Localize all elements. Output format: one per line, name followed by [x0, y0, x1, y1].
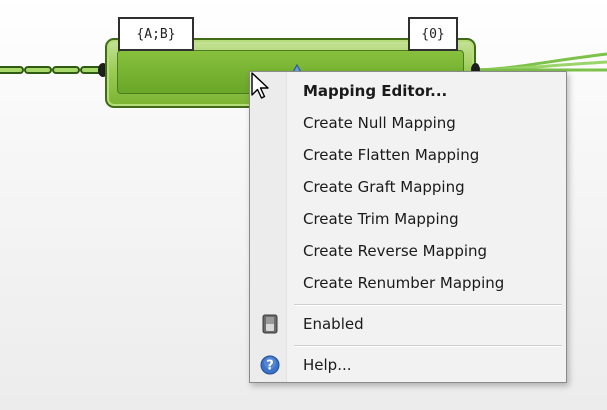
menu-item-label: Create Renumber Mapping [303, 274, 505, 292]
menu-item-label: Create Trim Mapping [303, 210, 459, 228]
menu-item-create-null-mapping[interactable]: Create Null Mapping [251, 109, 565, 137]
menu-item-enabled[interactable]: Enabled [251, 310, 565, 338]
menu-item-create-trim-mapping[interactable]: Create Trim Mapping [251, 205, 565, 233]
output-parameter[interactable]: {0} [408, 17, 458, 51]
mouse-cursor-icon [251, 72, 269, 99]
context-menu: Mapping Editor... Create Null Mapping Cr… [249, 71, 567, 383]
toggle-icon [262, 314, 278, 334]
menu-item-create-graft-mapping[interactable]: Create Graft Mapping [251, 173, 565, 201]
menu-item-mapping-editor[interactable]: Mapping Editor... [251, 77, 565, 105]
menu-item-label: Mapping Editor... [303, 82, 448, 100]
svg-text:?: ? [266, 359, 274, 374]
menu-item-label: Create Null Mapping [303, 114, 456, 132]
menu-item-help[interactable]: ? Help... [251, 351, 565, 379]
menu-separator [294, 304, 562, 306]
menu-item-label: Create Graft Mapping [303, 178, 465, 196]
menu-item-label: Help... [303, 356, 352, 374]
menu-item-create-renumber-mapping[interactable]: Create Renumber Mapping [251, 269, 565, 297]
help-icon: ? [260, 355, 280, 375]
menu-item-create-flatten-mapping[interactable]: Create Flatten Mapping [251, 141, 565, 169]
menu-item-label: Create Flatten Mapping [303, 146, 480, 164]
menu-separator [294, 345, 562, 347]
input-parameter[interactable]: {A;B} [118, 17, 194, 51]
menu-item-label: Create Reverse Mapping [303, 242, 488, 260]
menu-item-create-reverse-mapping[interactable]: Create Reverse Mapping [251, 237, 565, 265]
menu-item-label: Enabled [303, 315, 364, 333]
